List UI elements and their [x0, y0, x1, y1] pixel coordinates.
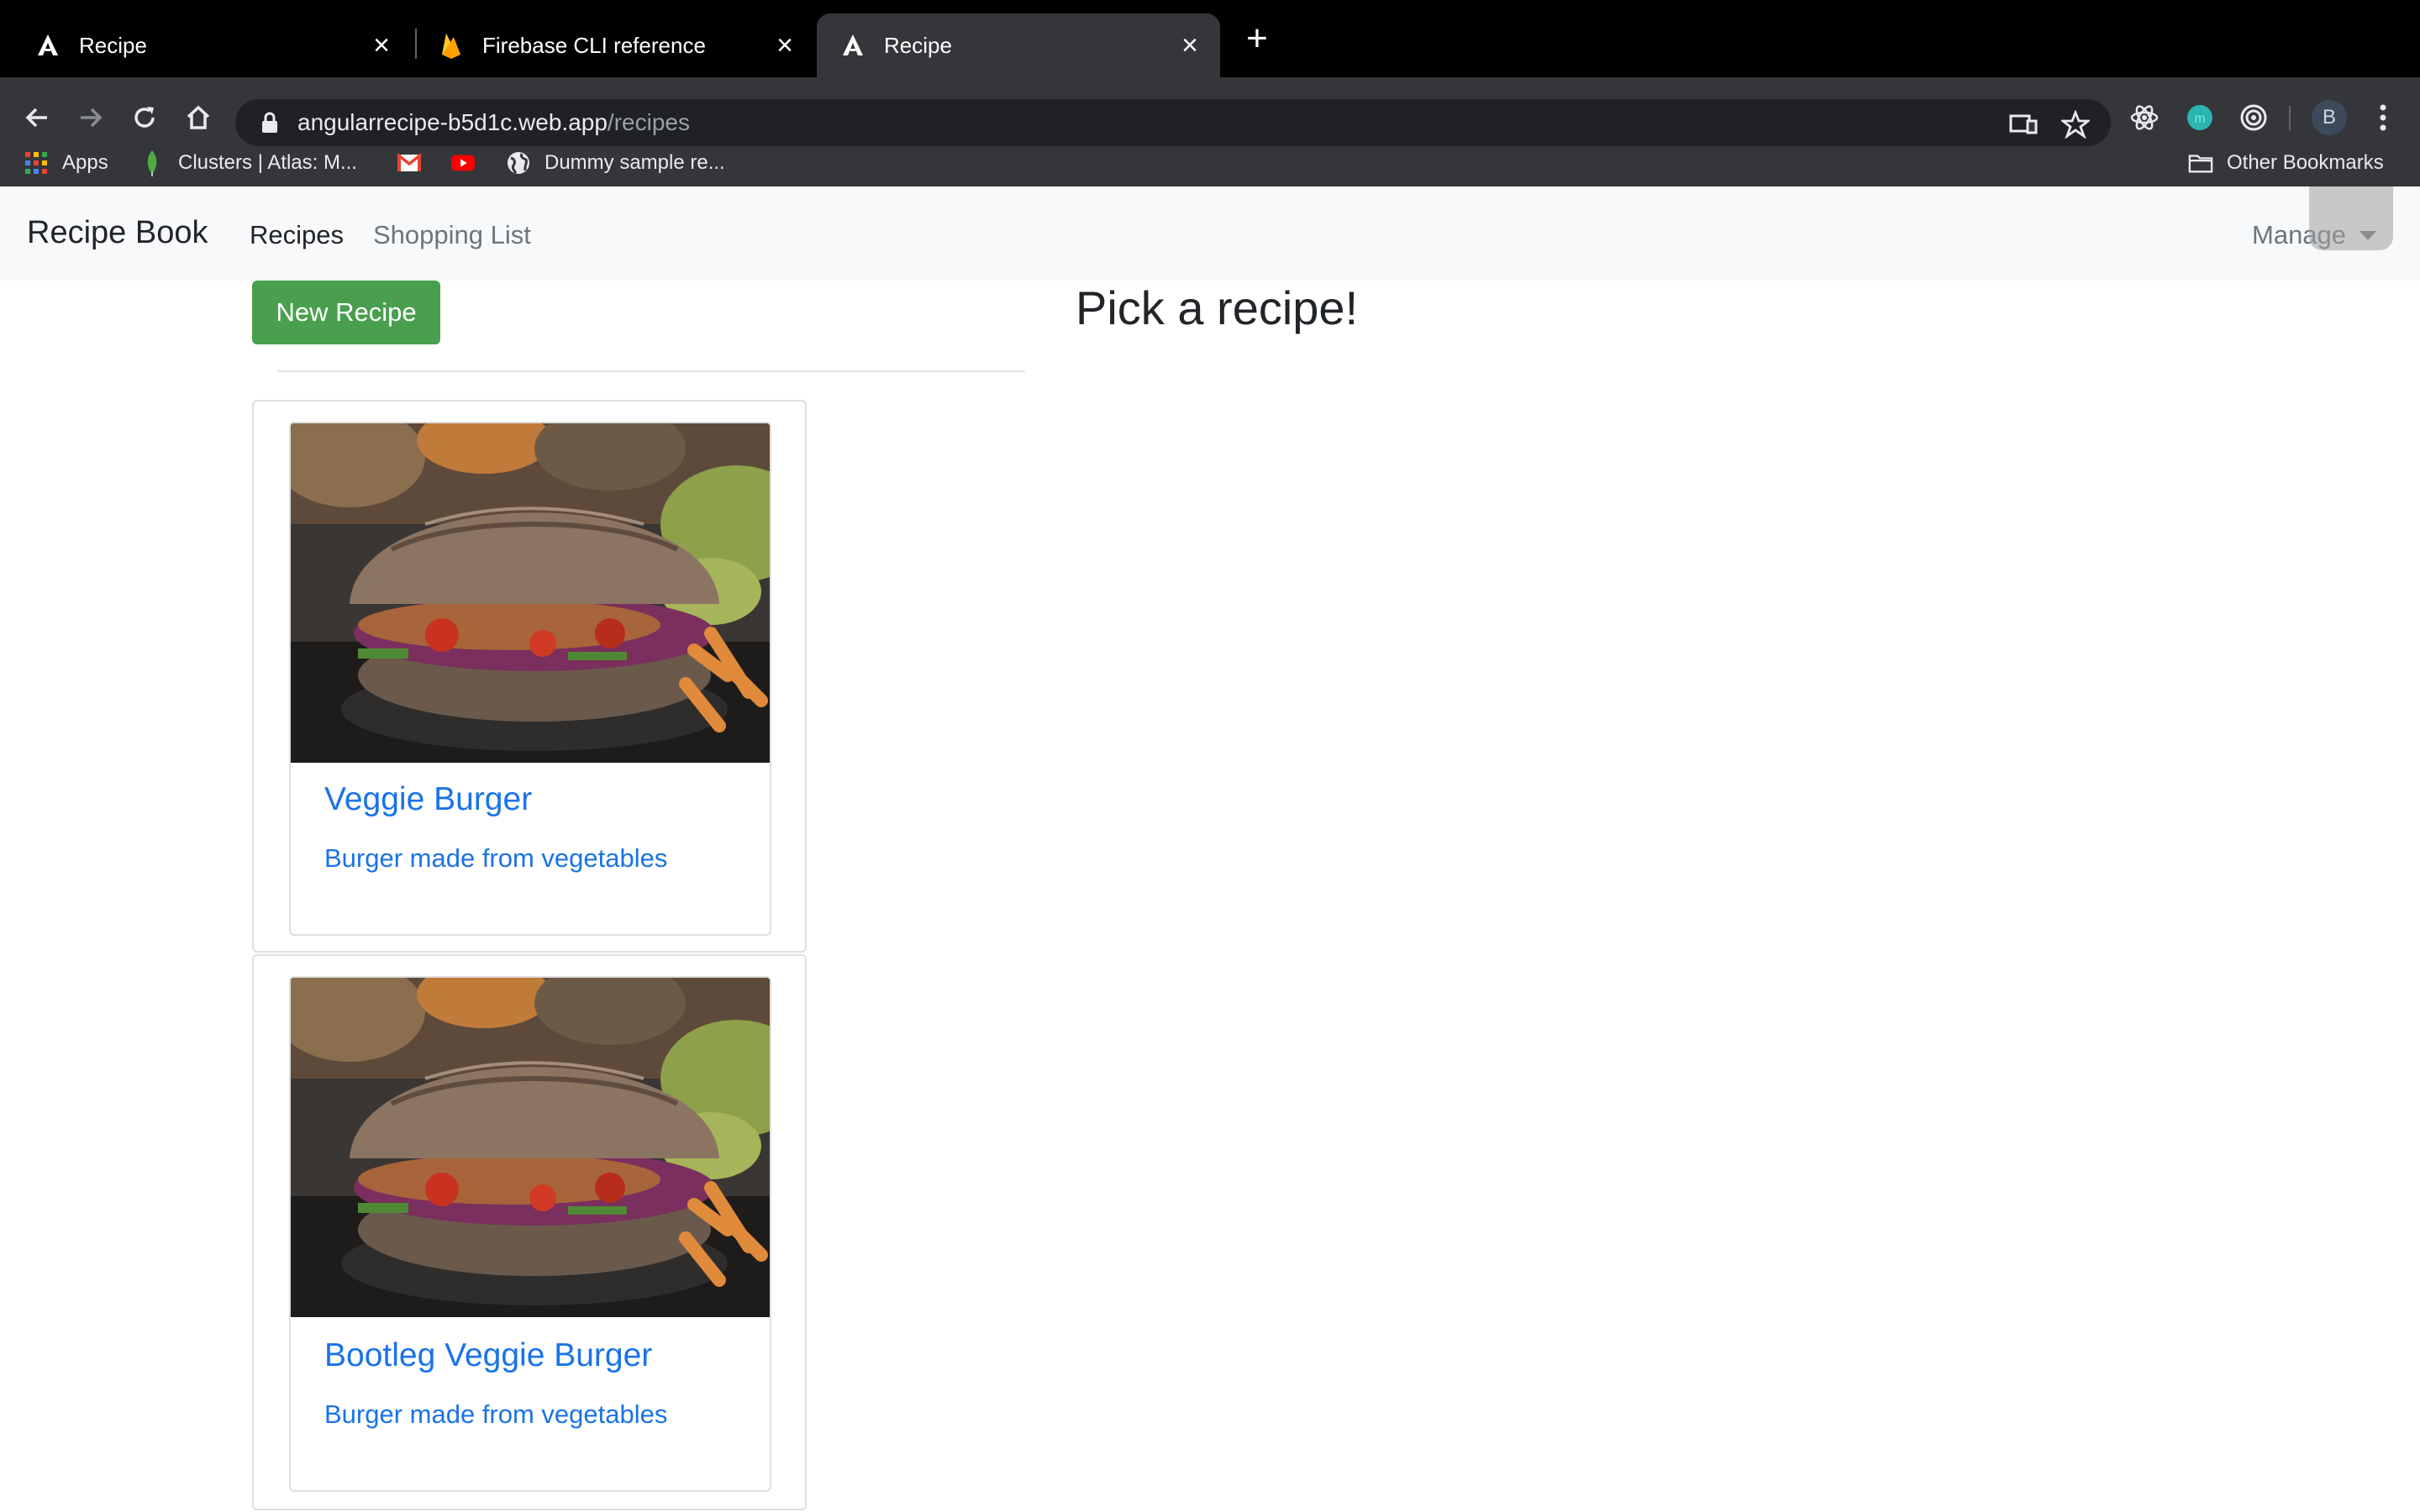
svg-text:m: m	[2194, 112, 2205, 126]
cast-icon[interactable]	[2008, 109, 2039, 139]
browser-tab-strip: Recipe × Firebase CLI reference × Recipe…	[0, 0, 2420, 77]
recipe-card[interactable]: Bootleg Veggie Burger Burger made from v…	[289, 976, 771, 1492]
bookmark-label: Apps	[62, 151, 108, 174]
back-arrow-icon[interactable]	[17, 97, 57, 138]
firebase-icon	[437, 31, 466, 60]
angular-icon	[839, 31, 867, 60]
divider	[277, 370, 1025, 372]
url-text: angularrecipe-b5d1c.web.app/recipes	[297, 109, 690, 136]
page-title: Pick a recipe!	[1076, 281, 1359, 334]
apps-grid-icon	[24, 150, 49, 176]
folder-icon	[2188, 150, 2213, 176]
nav-shopping-list[interactable]: Shopping List	[373, 220, 531, 250]
bookmark-label: Clusters | Atlas: M...	[178, 151, 357, 174]
kebab-menu-icon[interactable]	[2363, 97, 2403, 138]
bookmark-apps[interactable]: Apps	[24, 139, 108, 186]
bookmark-dummy[interactable]: Dummy sample re...	[506, 139, 725, 186]
tab-recipe-1[interactable]: Recipe ×	[0, 13, 412, 77]
bookmark-label: Other Bookmarks	[2227, 151, 2384, 174]
bookmark-label: Dummy sample re...	[544, 151, 725, 174]
app-navbar: Recipe Book Recipes Shopping List Manage	[0, 186, 2420, 281]
angular-icon	[34, 31, 62, 60]
recipe-description[interactable]: Burger made from vegetables	[324, 1399, 667, 1430]
recipe-image	[291, 423, 770, 763]
recipe-name[interactable]: Veggie Burger	[324, 781, 532, 818]
close-icon[interactable]: ×	[1173, 29, 1207, 62]
home-icon[interactable]	[178, 97, 218, 138]
url-host: angularrecipe-b5d1c.web.app	[297, 109, 608, 135]
new-recipe-button[interactable]: New Recipe	[252, 281, 440, 344]
profile-initial: B	[2322, 106, 2336, 129]
tab-title: Recipe	[79, 32, 147, 58]
lock-icon	[260, 112, 279, 134]
brand-link[interactable]: Recipe Book	[27, 215, 208, 251]
close-icon[interactable]: ×	[768, 29, 802, 62]
recipe-description[interactable]: Burger made from vegetables	[324, 843, 667, 874]
bookmark-atlas[interactable]: Clusters | Atlas: M...	[139, 139, 357, 186]
tab-title: Recipe	[884, 32, 952, 58]
recipe-image	[291, 978, 770, 1317]
bookmark-star-icon[interactable]	[2060, 109, 2091, 139]
recipe-list-item[interactable]: Bootleg Veggie Burger Burger made from v…	[252, 954, 807, 1510]
forward-arrow-icon[interactable]	[71, 97, 111, 138]
react-devtools-icon[interactable]	[2124, 97, 2165, 138]
bookmark-gmail[interactable]	[397, 139, 435, 186]
target-extension-icon[interactable]	[2233, 97, 2274, 138]
extension-m-icon[interactable]: m	[2180, 97, 2220, 138]
other-bookmarks[interactable]: Other Bookmarks	[2188, 139, 2384, 186]
recipe-name[interactable]: Bootleg Veggie Burger	[324, 1337, 652, 1374]
recipe-card[interactable]: Veggie Burger Burger made from vegetable…	[289, 422, 771, 936]
recipe-list-item[interactable]: Veggie Burger Burger made from vegetable…	[252, 400, 807, 953]
profile-avatar[interactable]: B	[2309, 97, 2349, 138]
youtube-icon	[450, 150, 476, 176]
bookmarks-bar: Apps Clusters | Atlas: M... Dummy sample…	[0, 139, 2420, 186]
url-path: /recipes	[607, 109, 690, 135]
nav-recipes[interactable]: Recipes	[250, 220, 344, 250]
reload-icon[interactable]	[124, 97, 165, 138]
toolbar-divider	[2289, 106, 2291, 131]
floating-overlay-tab	[2309, 186, 2393, 250]
new-tab-plus-icon[interactable]: +	[1239, 20, 1276, 59]
globe-icon	[506, 150, 531, 176]
close-icon[interactable]: ×	[365, 29, 398, 62]
bookmark-youtube[interactable]	[450, 139, 489, 186]
gmail-icon	[397, 150, 422, 176]
tab-title: Firebase CLI reference	[482, 32, 706, 58]
mongodb-leaf-icon	[139, 150, 165, 176]
tab-firebase[interactable]: Firebase CLI reference ×	[403, 13, 815, 77]
tab-recipe-active[interactable]: Recipe ×	[817, 13, 1220, 77]
